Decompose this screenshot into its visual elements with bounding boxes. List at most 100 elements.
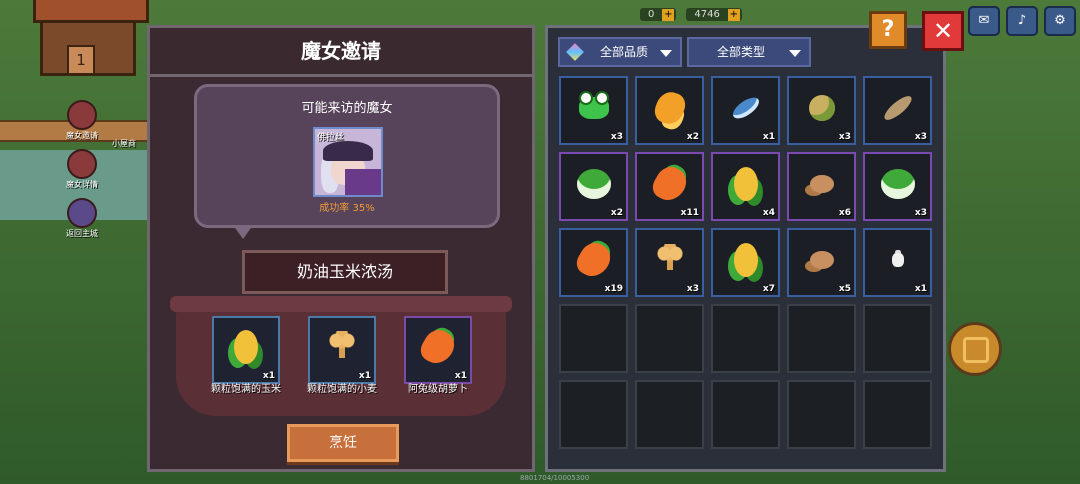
- cabbage-icon: [576, 168, 611, 199]
- system-icons: ✉ ♪ ⚙: [968, 6, 1076, 36]
- inventory-slot[interactable]: x1: [863, 228, 932, 297]
- progress-counter: 8801704/10005300: [520, 474, 590, 482]
- ingredient-qty: x1: [454, 371, 467, 381]
- item-qty: x19: [604, 284, 623, 294]
- empty-inventory-slot[interactable]: [711, 304, 780, 373]
- inventory-slot[interactable]: x11: [635, 152, 704, 221]
- witch-hat: [323, 141, 373, 161]
- ingredient-qty: x1: [358, 371, 371, 381]
- item-qty: x1: [762, 132, 775, 142]
- inventory-slot[interactable]: x1: [711, 76, 780, 145]
- close-button[interactable]: ✕: [922, 11, 964, 51]
- inventory-slot[interactable]: x6: [787, 152, 856, 221]
- empty-inventory-slot[interactable]: [635, 380, 704, 449]
- corn-icon: [733, 166, 758, 201]
- sound-icon[interactable]: ♪: [1006, 6, 1038, 36]
- settings-icon[interactable]: ⚙: [1044, 6, 1076, 36]
- item-qty: x2: [686, 132, 699, 142]
- item-qty: x2: [610, 208, 623, 218]
- help-button[interactable]: ?: [869, 11, 907, 49]
- heart-icon: [67, 100, 97, 130]
- item-qty: x11: [680, 208, 699, 218]
- left-hud: 魔女邀请 魔女详情 返回主城: [52, 100, 112, 247]
- ingredient-slot[interactable]: x1: [212, 316, 280, 384]
- inventory-slot[interactable]: x19: [559, 228, 628, 297]
- bubble-title: 可能来访的魔女: [301, 101, 393, 116]
- item-qty: x3: [914, 132, 927, 142]
- house-roof: [33, 0, 149, 23]
- item-qty: x5: [838, 284, 851, 294]
- ingredient-qty: x1: [262, 371, 275, 381]
- add-currency-button[interactable]: +: [727, 9, 740, 21]
- pot-rim: [170, 296, 512, 312]
- inventory-slot[interactable]: x3: [863, 152, 932, 221]
- empty-inventory-slot[interactable]: [635, 304, 704, 373]
- inventory-slot[interactable]: x3: [635, 228, 704, 297]
- empty-inventory-slot[interactable]: [863, 380, 932, 449]
- chevron-down-icon: [660, 50, 672, 57]
- inventory-slot[interactable]: x3: [863, 76, 932, 145]
- carrot-icon: [648, 161, 691, 207]
- pufferfish-icon: [808, 94, 835, 121]
- cabbage-icon: [880, 168, 915, 199]
- gem-icon: [566, 43, 584, 61]
- empty-inventory-slot[interactable]: [559, 304, 628, 373]
- inventory-slot[interactable]: x3: [787, 76, 856, 145]
- inventory-slot[interactable]: x3: [559, 76, 628, 145]
- inventory-grid: x3 x2 x1 x3 x3 x2 x11 x4 x6 x3 x19 x3 x7 x5 x1: [559, 76, 932, 452]
- quality-filter-dropdown[interactable]: 全部品质: [558, 37, 682, 67]
- item-qty: x3: [914, 208, 927, 218]
- inventory-slot[interactable]: x5: [787, 228, 856, 297]
- empty-inventory-slot[interactable]: [863, 304, 932, 373]
- inventory-slot[interactable]: x2: [559, 152, 628, 221]
- chevron-down-icon: [789, 50, 801, 57]
- success-rate: 成功率 35%: [319, 203, 375, 214]
- type-filter-dropdown[interactable]: 全部类型: [687, 37, 811, 67]
- catfish-icon: [880, 92, 915, 124]
- item-qty: x4: [762, 208, 775, 218]
- hud-witch-detail[interactable]: 魔女详情: [52, 149, 112, 190]
- currency-counter-1: 0 +: [640, 8, 677, 21]
- hud-cottage-shop-label[interactable]: 小屋商: [112, 138, 136, 149]
- empty-inventory-slot[interactable]: [711, 380, 780, 449]
- corn-icon: [733, 242, 758, 277]
- inventory-panel: 全部品质 全部类型 x3 x2 x1 x3 x3 x2 x11 x4 x6 x3 x19 x3 x7 x5…: [545, 25, 946, 472]
- witch-cloak: [345, 169, 381, 195]
- carrot-icon: [572, 237, 615, 283]
- house: 1: [33, 0, 149, 76]
- inventory-slot[interactable]: x4: [711, 152, 780, 221]
- item-qty: x3: [610, 132, 623, 142]
- wheat-icon: [327, 331, 357, 364]
- corn-icon: [234, 330, 258, 365]
- witch-portrait[interactable]: 佛拉丝: [313, 127, 383, 197]
- panel-title: 魔女邀请: [150, 28, 532, 77]
- empty-inventory-slot[interactable]: [559, 380, 628, 449]
- empty-inventory-slot[interactable]: [787, 380, 856, 449]
- inventory-slot[interactable]: x7: [711, 228, 780, 297]
- mushroom-icon: [809, 250, 834, 269]
- ingredient-name: 颗粒饱满的小麦: [307, 384, 377, 395]
- goldfish-icon: [650, 88, 689, 128]
- currency-counter-2: 4746 +: [686, 8, 742, 21]
- item-qty: x7: [762, 284, 775, 294]
- mail-icon[interactable]: ✉: [968, 6, 1000, 36]
- frog-icon: [578, 90, 609, 119]
- witch-name: 佛拉丝: [317, 133, 345, 143]
- hud-return-city[interactable]: 返回主城: [52, 198, 112, 239]
- item-qty: x1: [914, 284, 927, 294]
- ingredient-slot[interactable]: x1: [404, 316, 472, 384]
- home-button[interactable]: [948, 322, 1002, 376]
- potion-icon: [891, 252, 904, 267]
- house-number: 1: [67, 45, 95, 75]
- ingredient-slot[interactable]: x1: [308, 316, 376, 384]
- ingredient-name: 阿兔级胡萝卜: [408, 384, 468, 395]
- bluefish-icon: [729, 93, 762, 123]
- hud-witch-invite[interactable]: 魔女邀请: [52, 100, 112, 141]
- add-currency-button[interactable]: +: [662, 9, 675, 21]
- cook-button[interactable]: 烹饪: [287, 424, 399, 462]
- inventory-slot[interactable]: x2: [635, 76, 704, 145]
- ingredient-name: 颗粒饱满的玉米: [211, 384, 281, 395]
- empty-inventory-slot[interactable]: [787, 304, 856, 373]
- castle-icon: [67, 198, 97, 228]
- mushroom-icon: [809, 174, 834, 193]
